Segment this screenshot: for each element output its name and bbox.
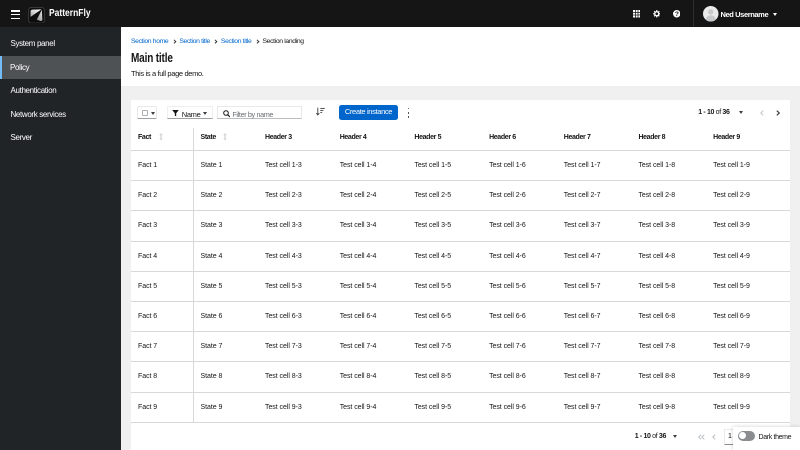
svg-text:?: ? — [674, 11, 678, 18]
